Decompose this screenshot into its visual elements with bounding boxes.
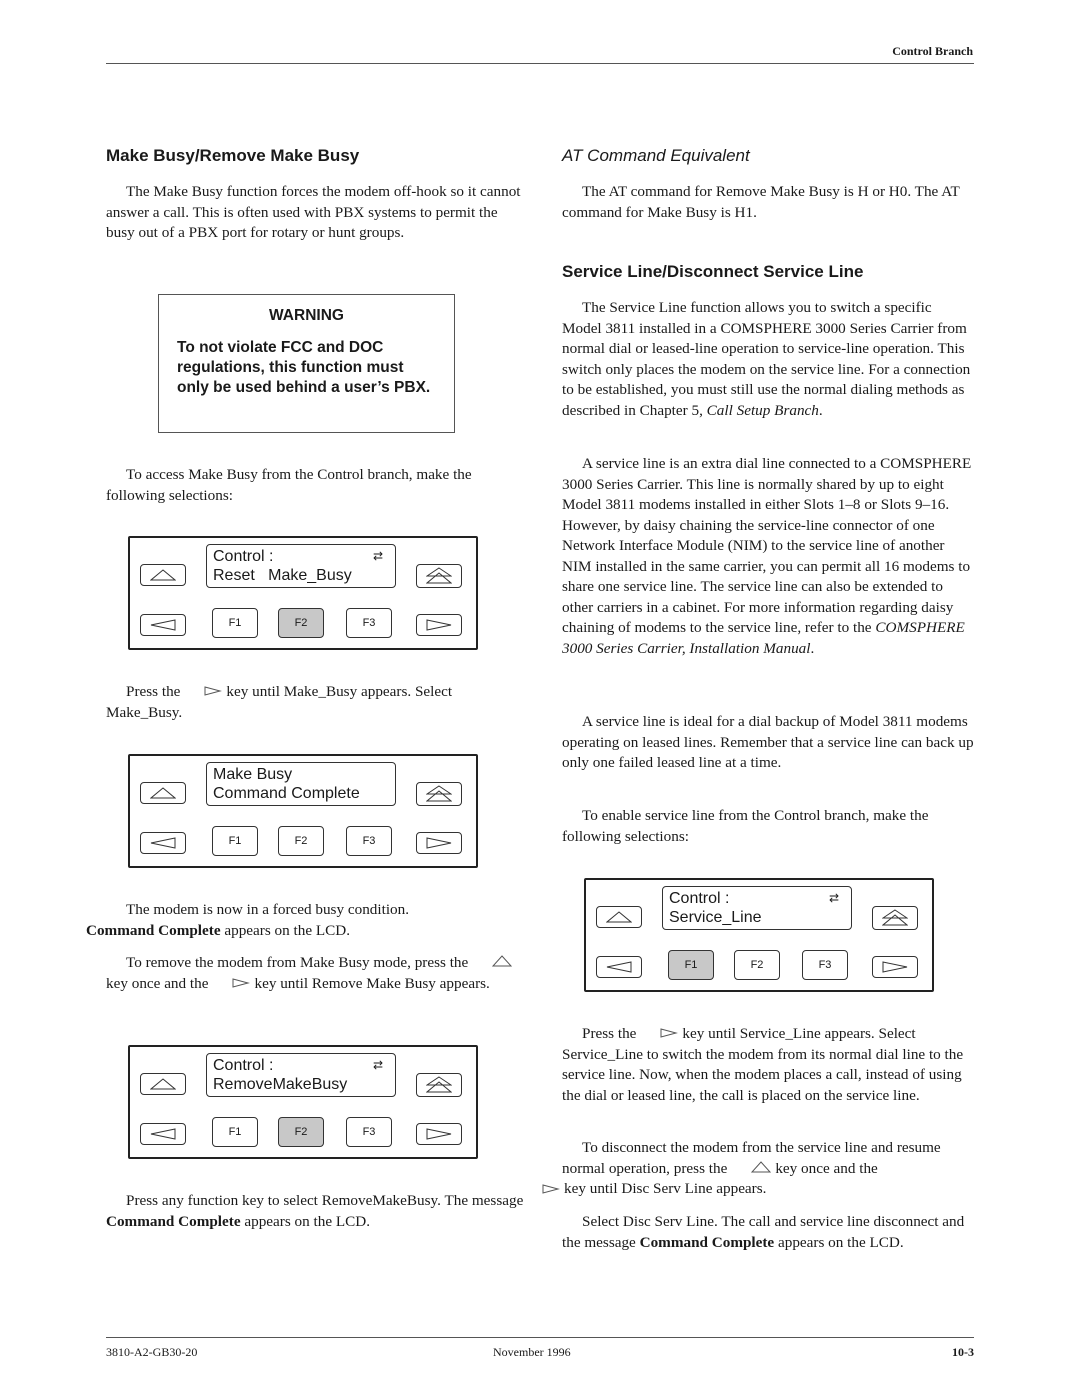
up-arrow-icon [150,569,176,581]
up-arrow-icon [731,1159,772,1180]
left-arrow-key[interactable] [140,614,186,636]
left-arrow-key[interactable] [140,1123,186,1145]
footer-doc-number: 3810-A2-GB30-20 [106,1345,198,1359]
footer-page-number: 10-3 [952,1345,974,1359]
up-arrow-icon [150,1078,176,1090]
f3-key[interactable]: F3 [346,826,392,856]
lcd-panel-service-line: Control : Service_Line ⇄ F1 F2 F3 [584,878,934,992]
heading-at-command: AT Command Equivalent [562,146,750,165]
lcd-display: Control : RemoveMakeBusy ⇄ [206,1053,396,1097]
make-busy-intro: The Make Busy function forces the modem … [106,183,521,241]
right-arrow-icon [542,1180,560,1201]
lcd-panel-make-busy: Control : Reset Make_Busy ⇄ F1 F2 F3 [128,536,478,650]
f1-key[interactable]: F1 [668,950,714,980]
f3-key[interactable]: F3 [802,950,848,980]
header-rule [106,63,974,64]
f3-key[interactable]: F3 [346,1117,392,1147]
lcd-line-1: Control : [669,890,730,907]
top-of-menu-key[interactable] [416,564,462,588]
right-arrow-icon [212,974,251,995]
activity-arrows-icon: ⇄ [372,1058,383,1072]
up-arrow-icon [150,787,176,799]
f2-key[interactable]: F2 [278,1117,324,1147]
press-right-make-busy: Press the key until Make_Busy appears. Se… [106,682,453,721]
warning-title: WARNING [269,307,344,324]
up-arrow-icon [606,911,632,923]
service-line-p5: Press the key until Service_Line appears.… [562,1024,964,1104]
lcd-panel-command-complete: Make Busy Command Complete F1 F2 F3 [128,754,478,868]
f1-key[interactable]: F1 [212,1117,258,1147]
top-of-menu-key[interactable] [416,782,462,806]
right-arrow-icon [426,1128,452,1140]
right-arrow-key[interactable] [416,832,462,854]
service-line-p4: To enable service line from the Control … [562,807,929,845]
warning-text: To not violate FCC and DOC regulations, … [177,339,431,396]
right-arrow-icon [882,961,908,973]
access-instructions: To access Make Busy from the Control bra… [106,466,472,504]
right-arrow-icon [640,1024,679,1045]
heading-service-line: Service Line/Disconnect Service Line [562,262,864,281]
double-up-arrow-icon [426,1076,452,1093]
lcd-line-1: Make Busy [213,766,293,783]
up-arrow-key[interactable] [596,906,642,928]
f3-key[interactable]: F3 [346,608,392,638]
f1-key[interactable]: F1 [212,826,258,856]
up-arrow-key[interactable] [140,564,186,586]
left-arrow-icon [150,837,176,849]
lcd-line-2: Service_Line [669,909,762,926]
activity-arrows-icon: ⇄ [828,891,839,905]
footer-rule [106,1337,974,1338]
service-line-p1: The Service Line function allows you to … [562,299,971,419]
right-arrow-icon [426,619,452,631]
left-arrow-icon [606,961,632,973]
right-arrow-icon [184,682,223,703]
activity-arrows-icon: ⇄ [372,549,383,563]
lcd-line-1: Control : [213,1057,274,1074]
f2-key[interactable]: F2 [278,608,324,638]
lcd-line-1: Control : [213,548,274,565]
f1-key[interactable]: F1 [212,608,258,638]
up-arrow-icon [472,953,513,974]
left-arrow-icon [150,1128,176,1140]
forced-busy-text: The modem is now in a forced busy condit… [86,901,410,939]
left-arrow-key[interactable] [596,956,642,978]
service-line-p2: A service line is an extra dial line con… [562,455,972,657]
warning-box: WARNING To not violate FCC and DOC regul… [158,294,455,433]
lcd-display: Control : Service_Line ⇄ [662,886,852,930]
final-instructions: Press any function key to select RemoveM… [106,1192,524,1230]
double-up-arrow-icon [882,909,908,926]
left-arrow-key[interactable] [140,832,186,854]
lcd-line-2: Reset Make_Busy [213,567,352,584]
double-up-arrow-icon [426,567,452,584]
top-of-menu-key[interactable] [416,1073,462,1097]
f2-key[interactable]: F2 [734,950,780,980]
left-arrow-icon [150,619,176,631]
lcd-display: Control : Reset Make_Busy ⇄ [206,544,396,588]
lcd-line-2: Command Complete [213,785,360,802]
at-command-text: The AT command for Remove Make Busy is H… [562,183,960,221]
right-arrow-key[interactable] [872,956,918,978]
heading-make-busy: Make Busy/Remove Make Busy [106,146,360,165]
service-line-p3: A service line is ideal for a dial backu… [562,713,974,771]
top-of-menu-key[interactable] [872,906,918,930]
right-arrow-key[interactable] [416,1123,462,1145]
lcd-panel-remove-make-busy: Control : RemoveMakeBusy ⇄ F1 F2 F3 [128,1045,478,1159]
lcd-line-2: RemoveMakeBusy [213,1076,348,1093]
up-arrow-key[interactable] [140,782,186,804]
running-header: Control Branch [892,44,973,58]
right-arrow-icon [426,837,452,849]
right-arrow-key[interactable] [416,614,462,636]
service-line-p6: To disconnect the modem from the service… [542,1138,974,1200]
up-arrow-key[interactable] [140,1073,186,1095]
double-up-arrow-icon [426,785,452,802]
service-line-p7: Select Disc Serv Line. The call and serv… [562,1213,965,1251]
lcd-display: Make Busy Command Complete [206,762,396,806]
f2-key[interactable]: F2 [278,826,324,856]
remove-make-busy-instructions: To remove the modem from Make Busy mode,… [106,953,524,995]
footer-date: November 1996 [493,1345,571,1359]
